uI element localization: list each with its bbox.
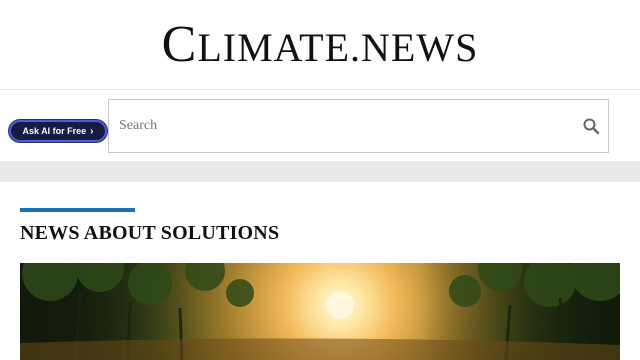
chevron-right-icon: › bbox=[90, 125, 94, 137]
search-box bbox=[108, 99, 609, 153]
ask-ai-label: Ask AI for Free bbox=[22, 126, 87, 136]
site-header: CLIMATE.NEWS bbox=[0, 0, 640, 90]
site-logo[interactable]: CLIMATE.NEWS bbox=[0, 16, 640, 77]
section-title: NEWS ABOUT SOLUTIONS bbox=[20, 222, 280, 244]
search-icon[interactable] bbox=[582, 117, 600, 135]
section-accent-rule bbox=[20, 208, 135, 212]
search-input[interactable] bbox=[109, 100, 569, 152]
divider-band bbox=[0, 161, 640, 182]
ask-ai-button[interactable]: Ask AI for Free › bbox=[9, 120, 107, 142]
hero-image[interactable] bbox=[20, 263, 620, 360]
